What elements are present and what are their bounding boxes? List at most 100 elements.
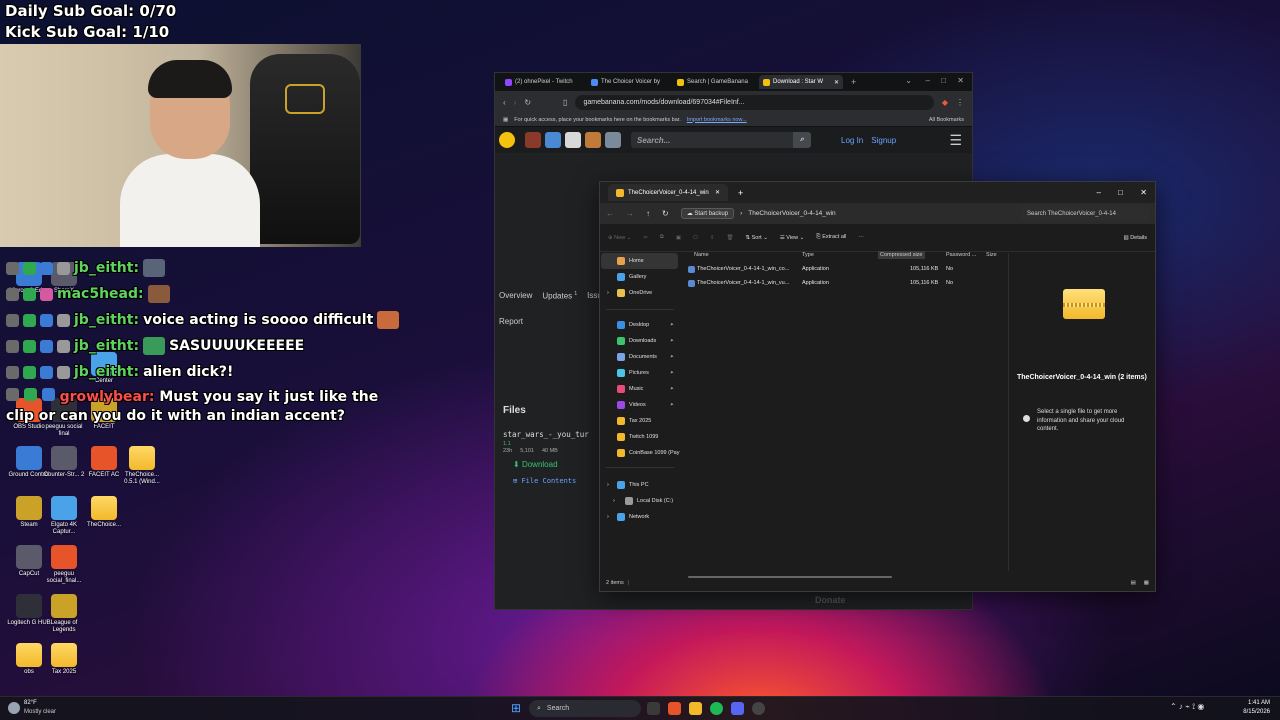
minimize-icon[interactable]: – [926, 76, 930, 85]
nav-item[interactable]: › OneDrive [601, 285, 678, 301]
discord-icon[interactable] [731, 702, 744, 715]
address-bar[interactable]: gamebanana.com/mods/download/697034#File… [575, 94, 934, 110]
chevron-right-icon[interactable]: › [613, 498, 615, 504]
back-icon[interactable]: ‹ [503, 98, 506, 107]
chevron-right-icon[interactable]: › [607, 482, 609, 488]
minimize-icon[interactable]: – [1097, 188, 1101, 197]
chevron-right-icon[interactable]: › [607, 290, 609, 296]
browser-tab-active[interactable]: Download : Star W ✕ [759, 75, 843, 89]
delete-icon[interactable]: 🗑 [726, 235, 733, 241]
nav-item[interactable]: Home [601, 253, 678, 269]
nav-item[interactable]: Music ✦ [601, 381, 678, 397]
new-tab-button[interactable]: + [851, 77, 856, 87]
all-bookmarks-button[interactable]: All Bookmarks [929, 117, 964, 123]
brave-icon[interactable] [668, 702, 681, 715]
start-icon[interactable]: ⊞ [511, 701, 521, 715]
maximize-icon[interactable]: □ [1118, 188, 1123, 197]
pin-icon[interactable]: ✦ [670, 370, 674, 376]
close-icon[interactable]: ✕ [957, 76, 964, 85]
column-name[interactable]: Name [694, 252, 709, 258]
taskbar-search[interactable]: ⌕ Search [529, 700, 641, 717]
desktop-icon[interactable]: League of Legends [40, 594, 88, 634]
nav-item[interactable]: Desktop ✦ [601, 317, 678, 333]
nav-item[interactable]: Gallery [601, 269, 678, 285]
explorer-tab[interactable]: TheChoicerVoicer_0-4-14_win ✕ [608, 184, 728, 201]
donate-link[interactable]: Donate [815, 595, 846, 605]
start-backup-button[interactable]: ☁ Start backup [680, 208, 735, 219]
task-view-icon[interactable] [647, 702, 660, 715]
refresh-icon[interactable]: ↻ [662, 209, 669, 218]
more-options-icon[interactable]: ⋯ [858, 235, 864, 241]
reload-icon[interactable]: ↻ [524, 98, 531, 107]
game-icon[interactable] [545, 132, 561, 148]
game-icon[interactable] [585, 132, 601, 148]
file-explorer-icon[interactable] [689, 702, 702, 715]
details-view-icon[interactable]: ▤ [1131, 580, 1136, 586]
nav-item[interactable]: Twitch 1099 [601, 429, 678, 445]
game-icon[interactable] [565, 132, 581, 148]
pin-icon[interactable]: ✦ [670, 354, 674, 360]
tab-overview[interactable]: Overview [499, 291, 532, 301]
nav-item[interactable]: › Network [601, 509, 678, 525]
nav-item[interactable]: Tax 2025 [601, 413, 678, 429]
nav-item[interactable]: Documents ✦ [601, 349, 678, 365]
nav-item[interactable]: › This PC [601, 477, 678, 493]
clock-time[interactable]: 1:41 AM [1238, 700, 1270, 706]
nav-item[interactable]: Pictures ✦ [601, 365, 678, 381]
browser-tab[interactable]: (2) ohnePixel - Twitch [501, 75, 585, 89]
apps-icon[interactable]: ▦ [503, 117, 508, 123]
bookmark-icon[interactable]: ▯ [563, 98, 567, 107]
report-link[interactable]: Report [499, 317, 523, 326]
weather-icon[interactable] [8, 702, 20, 714]
clock-date[interactable]: 8/15/2026 [1238, 709, 1270, 715]
import-bookmarks-link[interactable]: Import bookmarks now... [687, 117, 747, 123]
signup-link[interactable]: Signup [871, 136, 896, 145]
pin-icon[interactable]: ✦ [670, 322, 674, 328]
login-link[interactable]: Log In [841, 136, 863, 145]
close-icon[interactable]: ✕ [1140, 188, 1147, 197]
maximize-icon[interactable]: □ [941, 76, 946, 85]
game-icon[interactable] [525, 132, 541, 148]
file-row[interactable]: TheChoicerVoicer_0-4-14-1_win_vu... Appl… [680, 276, 1006, 290]
spotify-icon[interactable] [710, 702, 723, 715]
breadcrumb[interactable]: ☁ Start backup › TheChoicerVoicer_0-4-14… [680, 206, 1009, 221]
desktop-icon[interactable]: peeguu social_final... [40, 545, 88, 585]
forward-icon[interactable]: › [514, 98, 517, 107]
sort-button[interactable]: ⇅ Sort ⌄ [745, 235, 767, 241]
file-row[interactable]: TheChoicerVoicer_0-4-14-1_win_co... Appl… [680, 262, 1006, 276]
forward-icon[interactable]: → [626, 209, 634, 218]
explorer-search-input[interactable]: Search TheChoicerVoicer_0-4-14 [1021, 206, 1149, 221]
nav-item[interactable]: CoinBase 1099 (Pay [601, 445, 679, 461]
tiles-view-icon[interactable]: ▦ [1144, 580, 1149, 586]
new-button[interactable]: ⊕ New ⌄ [608, 235, 631, 241]
paste-icon[interactable]: ▣ [676, 235, 681, 241]
cut-icon[interactable]: ✂ [643, 235, 648, 241]
share-icon[interactable]: ⇪ [710, 235, 715, 241]
search-icon[interactable]: ⌕ [793, 132, 811, 148]
nav-item[interactable]: Downloads ✦ [601, 333, 678, 349]
extensions-icon[interactable]: ⋮ [956, 98, 964, 107]
column-size[interactable]: Size [986, 252, 997, 258]
nav-item[interactable]: Videos ✦ [601, 397, 678, 413]
column-password[interactable]: Password ... [946, 252, 976, 258]
details-button[interactable]: ▥ Details [1123, 235, 1147, 241]
desktop-icon[interactable]: Tax 2025 [40, 643, 88, 676]
column-type[interactable]: Type [802, 252, 814, 258]
view-button[interactable]: ☰ View ⌄ [780, 235, 804, 241]
tab-search-icon[interactable]: ⌄ [905, 76, 912, 85]
browser-tab[interactable]: The Choicer Voicer by [587, 75, 671, 89]
obs-icon[interactable] [752, 702, 765, 715]
nav-item[interactable]: › Local Disk (C:) [601, 493, 678, 509]
rename-icon[interactable]: ⎔ [693, 235, 698, 241]
chevron-right-icon[interactable]: › [607, 514, 609, 520]
desktop-icon[interactable]: TheChoice... 0.5.1 (Wind... [118, 446, 166, 486]
pin-icon[interactable]: ✦ [670, 386, 674, 392]
menu-icon[interactable]: ☰ [949, 132, 962, 149]
tab-close-icon[interactable]: ✕ [834, 79, 839, 86]
tray-icons[interactable]: ⌃ ♪ ⌁ ⟟ ◉ [1170, 702, 1204, 712]
gamebanana-search-input[interactable]: Search... ⌕ [631, 132, 811, 148]
pin-icon[interactable]: ✦ [670, 402, 674, 408]
brave-shield-icon[interactable]: ◆ [942, 98, 948, 107]
game-icon[interactable] [605, 132, 621, 148]
pin-icon[interactable]: ✦ [670, 338, 674, 344]
